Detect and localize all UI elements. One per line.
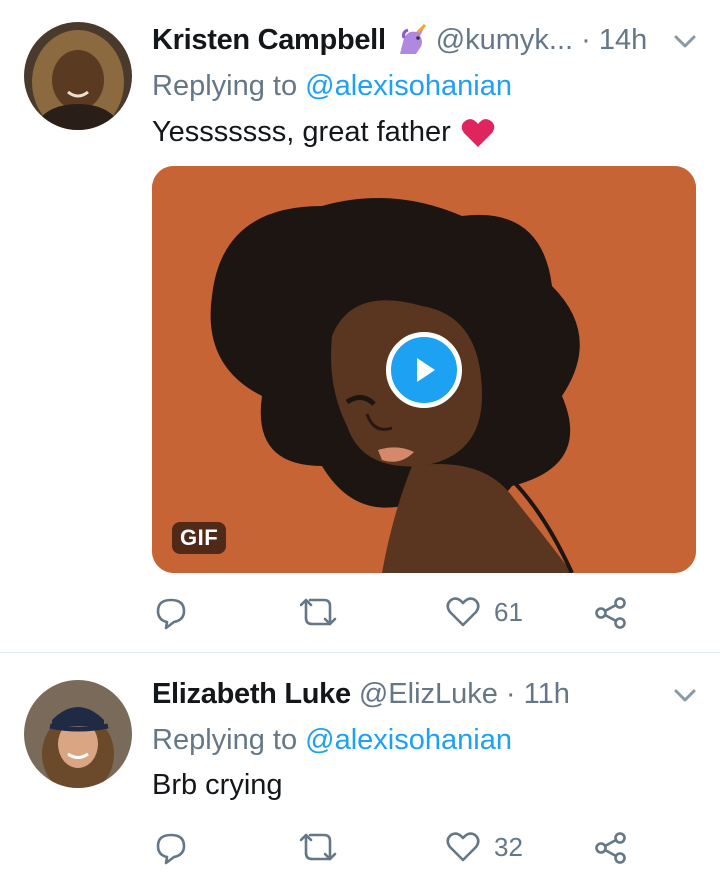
retweet-icon [300, 833, 337, 861]
display-name[interactable]: Kristen Campbell [152, 24, 386, 57]
chevron-down-icon[interactable] [670, 26, 700, 61]
gif-badge: GIF [172, 522, 227, 554]
tweet-header: Kristen Campbell @kumyk... · 14h [152, 22, 647, 58]
share-icon [595, 597, 626, 629]
tweet-text: Brb crying [152, 769, 283, 802]
reply-button[interactable] [154, 831, 188, 865]
retweet-icon [300, 598, 337, 626]
retweet-button[interactable] [300, 596, 338, 630]
replying-handle-link[interactable]: @alexisohanian [305, 70, 512, 102]
replying-handle-link[interactable]: @alexisohanian [305, 724, 512, 756]
user-handle[interactable]: @kumyk... [436, 24, 573, 57]
share-button[interactable] [594, 831, 628, 865]
user-handle[interactable]: @ElizLuke [359, 678, 498, 711]
heart-outline-icon [446, 832, 480, 862]
like-button[interactable]: 61 [446, 596, 523, 628]
chevron-down-icon[interactable] [670, 680, 700, 715]
like-count: 32 [494, 831, 523, 862]
like-button[interactable]: 32 [446, 831, 523, 863]
tweet[interactable]: Elizabeth Luke @ElizLuke · 11h Replying … [0, 653, 720, 872]
display-name[interactable]: Elizabeth Luke [152, 678, 351, 711]
gif-media[interactable]: GIF [152, 166, 696, 573]
play-icon [417, 358, 435, 382]
tweet-text-content: Brb crying [152, 769, 283, 801]
unicorn-icon [394, 24, 428, 56]
tweet-header: Elizabeth Luke @ElizLuke · 11h [152, 676, 570, 712]
reply-button[interactable] [154, 596, 188, 630]
heart-outline-icon [446, 597, 480, 627]
reply-icon [156, 598, 186, 630]
like-count: 61 [494, 596, 523, 627]
tweet-text: Yesssssss, great father [152, 116, 495, 149]
avatar[interactable] [24, 680, 132, 788]
replying-label: Replying to [152, 70, 306, 102]
reply-icon [156, 833, 186, 865]
replying-to: Replying to @alexisohanian [152, 70, 512, 103]
play-button[interactable] [386, 332, 462, 408]
share-button[interactable] [594, 596, 628, 630]
replying-label: Replying to [152, 724, 306, 756]
heart-icon [461, 118, 495, 148]
share-icon [595, 832, 626, 864]
avatar[interactable] [24, 22, 132, 130]
retweet-button[interactable] [300, 831, 338, 865]
replying-to: Replying to @alexisohanian [152, 724, 512, 757]
tweet[interactable]: Kristen Campbell @kumyk... · 14h Replyin… [0, 0, 720, 652]
tweet-text-content: Yesssssss, great father [152, 116, 451, 148]
timestamp[interactable]: · 11h [506, 678, 570, 711]
timestamp[interactable]: · 14h [581, 24, 647, 57]
